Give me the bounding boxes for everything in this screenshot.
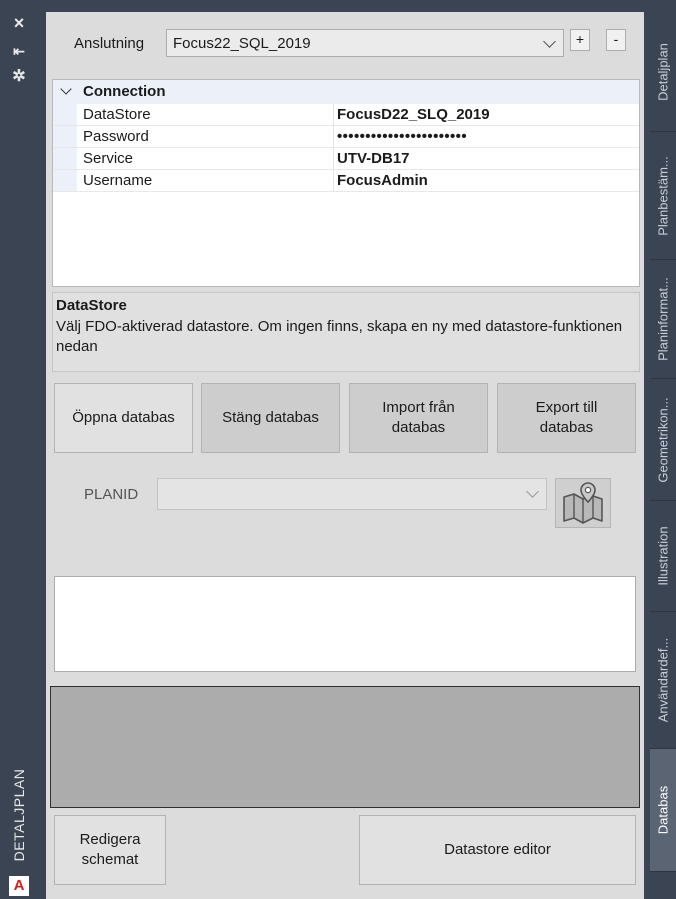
chevron-down-icon	[526, 485, 539, 498]
palette-tab-bar: Detaljplan Planbestäm... Planinformat...…	[650, 0, 676, 899]
export-database-button[interactable]: Export till databas	[497, 383, 636, 453]
tab-databas[interactable]: Databas	[650, 749, 676, 872]
output-textarea[interactable]	[54, 576, 636, 672]
planid-select[interactable]	[157, 478, 547, 510]
open-database-button[interactable]: Öppna databas	[54, 383, 193, 453]
close-icon[interactable]: ×	[9, 14, 29, 32]
palette-title-bar: × ⇤ ✲ DETALJPLAN A	[0, 0, 38, 899]
tab-planinformation[interactable]: Planinformat...	[650, 260, 676, 379]
property-name: DataStore	[83, 106, 151, 123]
chevron-down-icon	[543, 35, 556, 48]
tab-planbestammelser[interactable]: Planbestäm...	[650, 132, 676, 260]
property-category[interactable]: Connection	[53, 80, 639, 104]
property-row-username[interactable]: Username FocusAdmin	[53, 170, 639, 192]
property-row-password[interactable]: Password •••••••••••••••••••••••	[53, 126, 639, 148]
property-name: Username	[83, 172, 153, 189]
close-database-button[interactable]: Stäng databas	[201, 383, 340, 453]
tab-geometrikontroll[interactable]: Geometrikon...	[650, 379, 676, 501]
add-connection-button[interactable]: +	[570, 29, 590, 51]
property-description: DataStore Välj FDO-aktiverad datastore. …	[52, 292, 640, 372]
description-title: DataStore	[56, 297, 127, 314]
map-pin-icon	[563, 482, 603, 524]
property-grid: Connection DataStore FocusD22_SLQ_2019 P…	[52, 79, 640, 287]
app-logo-icon: A	[9, 876, 29, 896]
planid-label: PLANID	[84, 486, 139, 503]
edit-schema-button[interactable]: Redigera schemat	[54, 815, 166, 885]
tab-illustration[interactable]: Illustration	[650, 501, 676, 612]
property-value[interactable]: FocusAdmin	[337, 172, 428, 189]
map-button[interactable]	[555, 478, 611, 528]
description-text: Välj FDO-aktiverad datastore. Om ingen f…	[56, 318, 623, 355]
property-name: Password	[83, 128, 149, 145]
preview-area	[50, 686, 640, 808]
connection-label: Anslutning	[74, 35, 145, 52]
property-name: Service	[83, 150, 134, 167]
import-database-button[interactable]: Import från databas	[349, 383, 488, 453]
tab-detaljplan[interactable]: Detaljplan	[650, 12, 676, 132]
connection-select-value: Focus22_SQL_2019	[173, 35, 311, 52]
property-value[interactable]: FocusD22_SLQ_2019	[337, 106, 490, 123]
chevron-down-icon	[60, 83, 72, 95]
autohide-icon[interactable]: ⇤	[9, 42, 29, 60]
settings-icon[interactable]: ✲	[9, 68, 29, 86]
property-value[interactable]: UTV-DB17	[337, 150, 410, 167]
datastore-editor-button[interactable]: Datastore editor	[359, 815, 636, 885]
tab-anvandardefinierat[interactable]: Användardef...	[650, 612, 676, 749]
property-category-label: Connection	[83, 83, 166, 100]
property-value[interactable]: •••••••••••••••••••••••	[337, 128, 467, 145]
remove-connection-button[interactable]: -	[606, 29, 626, 51]
property-row-service[interactable]: Service UTV-DB17	[53, 148, 639, 170]
property-row-datastore[interactable]: DataStore FocusD22_SLQ_2019	[53, 104, 639, 126]
connection-select[interactable]: Focus22_SQL_2019	[166, 29, 564, 57]
palette-title: DETALJPLAN	[11, 768, 27, 862]
